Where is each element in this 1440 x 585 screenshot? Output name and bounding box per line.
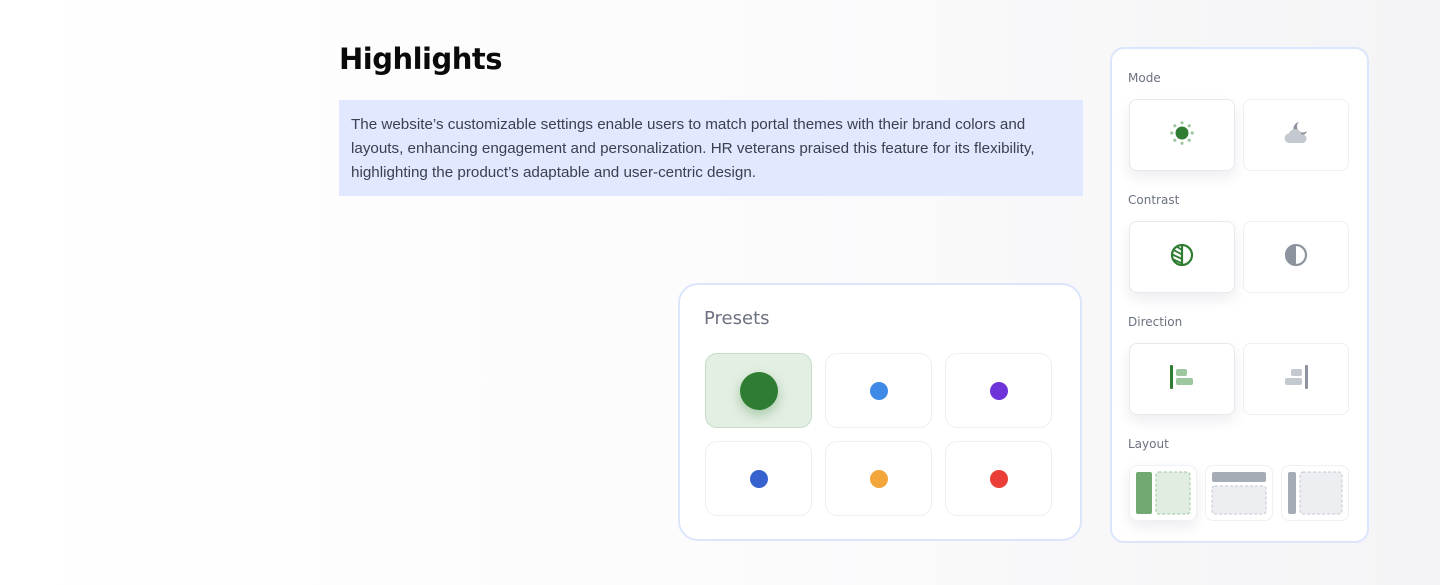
layout-horizontal-option[interactable] <box>1205 465 1273 521</box>
contrast-label: Contrast <box>1128 193 1180 207</box>
preset-green-swatch <box>739 371 778 410</box>
presets-title: Presets <box>704 308 770 329</box>
preset-indigo[interactable] <box>705 441 812 516</box>
preset-blue[interactable] <box>825 353 932 428</box>
contrast-striped-icon <box>1169 242 1195 273</box>
highlights-description: The website’s customizable settings enab… <box>339 100 1083 196</box>
moon-cloud-icon <box>1282 120 1310 151</box>
layout-label: Layout <box>1128 437 1169 451</box>
preset-green[interactable] <box>705 353 812 428</box>
align-right-icon <box>1283 364 1309 395</box>
half-circle-icon <box>1283 242 1309 273</box>
contrast-default-option[interactable] <box>1243 221 1349 293</box>
align-left-icon <box>1169 364 1195 395</box>
contrast-bold-option[interactable] <box>1129 221 1235 293</box>
preset-orange[interactable] <box>825 441 932 516</box>
preset-red-swatch <box>989 469 1008 488</box>
preset-purple[interactable] <box>945 353 1052 428</box>
preset-blue-swatch <box>869 381 888 400</box>
mode-label: Mode <box>1128 71 1161 85</box>
preset-orange-swatch <box>869 469 888 488</box>
mode-dark-option[interactable] <box>1243 99 1349 171</box>
settings-panel: Mode Contrast Direction Layout <box>1110 47 1369 543</box>
section-title: Highlights <box>339 42 503 76</box>
layout-vertical-option[interactable] <box>1129 465 1197 521</box>
direction-rtl-option[interactable] <box>1243 343 1349 415</box>
sun-icon <box>1169 120 1195 151</box>
direction-ltr-option[interactable] <box>1129 343 1235 415</box>
preset-red[interactable] <box>945 441 1052 516</box>
mode-light-option[interactable] <box>1129 99 1235 171</box>
preset-indigo-swatch <box>749 469 768 488</box>
presets-card: Presets <box>678 283 1082 541</box>
direction-label: Direction <box>1128 315 1183 329</box>
layout-mini-option[interactable] <box>1281 465 1349 521</box>
preset-purple-swatch <box>989 381 1008 400</box>
